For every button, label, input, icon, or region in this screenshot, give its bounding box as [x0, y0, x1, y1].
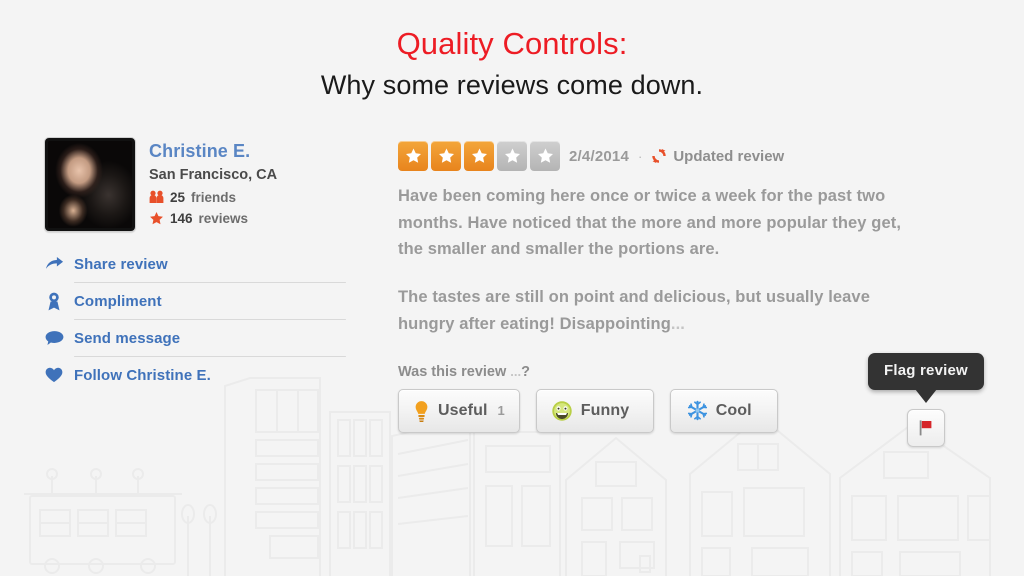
star-filled-icon: [398, 141, 428, 171]
feedback-prompt: Was this review ...?: [398, 364, 918, 380]
user-meta: Christine E. San Francisco, CA 25 friend…: [149, 137, 277, 226]
divider: [74, 356, 346, 357]
refresh-circular-arrows-icon: [652, 148, 667, 164]
friends-count: 25: [170, 189, 186, 205]
reviews-label: reviews: [198, 210, 249, 226]
flag-review-tooltip: Flag review: [868, 353, 984, 390]
reviews-stat: 146 reviews: [149, 211, 277, 226]
user-profile-column: Christine E. San Francisco, CA 25 friend…: [44, 137, 374, 387]
star-filled-icon: [431, 141, 461, 171]
updated-review-badge: Updated review: [651, 148, 784, 165]
slide-title-block: Quality Controls: Why some reviews come …: [0, 26, 1024, 103]
snowflake-icon: [687, 400, 707, 421]
lightbulb-icon: [415, 400, 428, 422]
red-flag-icon: [919, 420, 932, 436]
review-body-column: 2/4/2014 · Updated review Have been comi…: [398, 141, 918, 433]
user-name-link[interactable]: Christine E.: [149, 141, 277, 162]
updated-review-label: Updated review: [673, 147, 785, 165]
separator-dot: ·: [638, 148, 643, 164]
star-icon: [150, 211, 163, 224]
feedback-prompt-text: Was this review: [398, 363, 507, 380]
review-header: 2/4/2014 · Updated review: [398, 141, 918, 171]
divider: [74, 319, 346, 320]
vote-button-row: Useful 1 Funny Cool: [398, 388, 918, 433]
star-empty-icon: [497, 141, 527, 171]
sidebar-item-follow-user[interactable]: Follow Christine E.: [44, 363, 364, 387]
flag-review-tooltip-label: Flag review: [884, 362, 968, 379]
reviews-count: 146: [170, 210, 193, 226]
smiley-face-icon: [552, 400, 572, 421]
review-paragraph-1: Have been coming here once or twice a we…: [398, 187, 902, 259]
flag-review-area: Flag review: [868, 353, 984, 447]
avatar-photo: [48, 141, 132, 228]
feedback-prompt-end: ?: [521, 363, 530, 380]
review-paragraph-2: The tastes are still on point and delici…: [398, 284, 908, 337]
funny-button[interactable]: Funny: [535, 388, 655, 433]
speech-bubble-icon: [44, 330, 64, 346]
funny-label: Funny: [580, 401, 630, 419]
sidebar-item-compliment[interactable]: Compliment: [44, 289, 364, 320]
useful-label: Useful: [438, 401, 488, 419]
sidebar-item-label: Share review: [74, 255, 168, 273]
sidebar-item-share-review[interactable]: Share review: [44, 252, 364, 283]
sidebar-item-label: Compliment: [74, 292, 162, 310]
star-filled-icon: [464, 141, 494, 171]
friends-icon: [149, 190, 164, 204]
review-paragraph-2-text: The tastes are still on point and delici…: [398, 288, 870, 333]
friends-label: friends: [191, 189, 237, 205]
slide-canvas: Quality Controls: Why some reviews come …: [0, 0, 1024, 576]
useful-button[interactable]: Useful 1: [398, 388, 520, 433]
user-action-list: Share review Compliment Send message Fol…: [44, 252, 364, 387]
star-empty-icon: [530, 141, 560, 171]
review-date: 2/4/2014: [569, 147, 629, 165]
flag-review-button[interactable]: [906, 409, 945, 447]
avatar[interactable]: [44, 137, 136, 232]
sidebar-item-label: Follow Christine E.: [74, 366, 211, 384]
heart-icon: [44, 367, 64, 383]
ribbon-award-icon: [44, 292, 64, 311]
feedback-prompt-ellipsis: ...: [510, 363, 522, 379]
page-title: Quality Controls:: [396, 26, 628, 61]
user-header: Christine E. San Francisco, CA 25 friend…: [44, 137, 374, 232]
cool-button[interactable]: Cool: [670, 388, 779, 433]
sidebar-item-label: Send message: [74, 329, 181, 347]
useful-count: 1: [497, 403, 505, 419]
cool-label: Cool: [715, 401, 752, 419]
sidebar-item-send-message[interactable]: Send message: [44, 326, 364, 357]
share-arrow-icon: [44, 256, 64, 272]
star-rating: [398, 141, 560, 171]
divider: [74, 282, 346, 283]
user-location: San Francisco, CA: [149, 166, 278, 183]
friends-stat: 25 friends: [149, 190, 277, 205]
page-subtitle: Why some reviews come down.: [320, 69, 704, 100]
review-truncation-ellipsis: ...: [670, 314, 685, 333]
